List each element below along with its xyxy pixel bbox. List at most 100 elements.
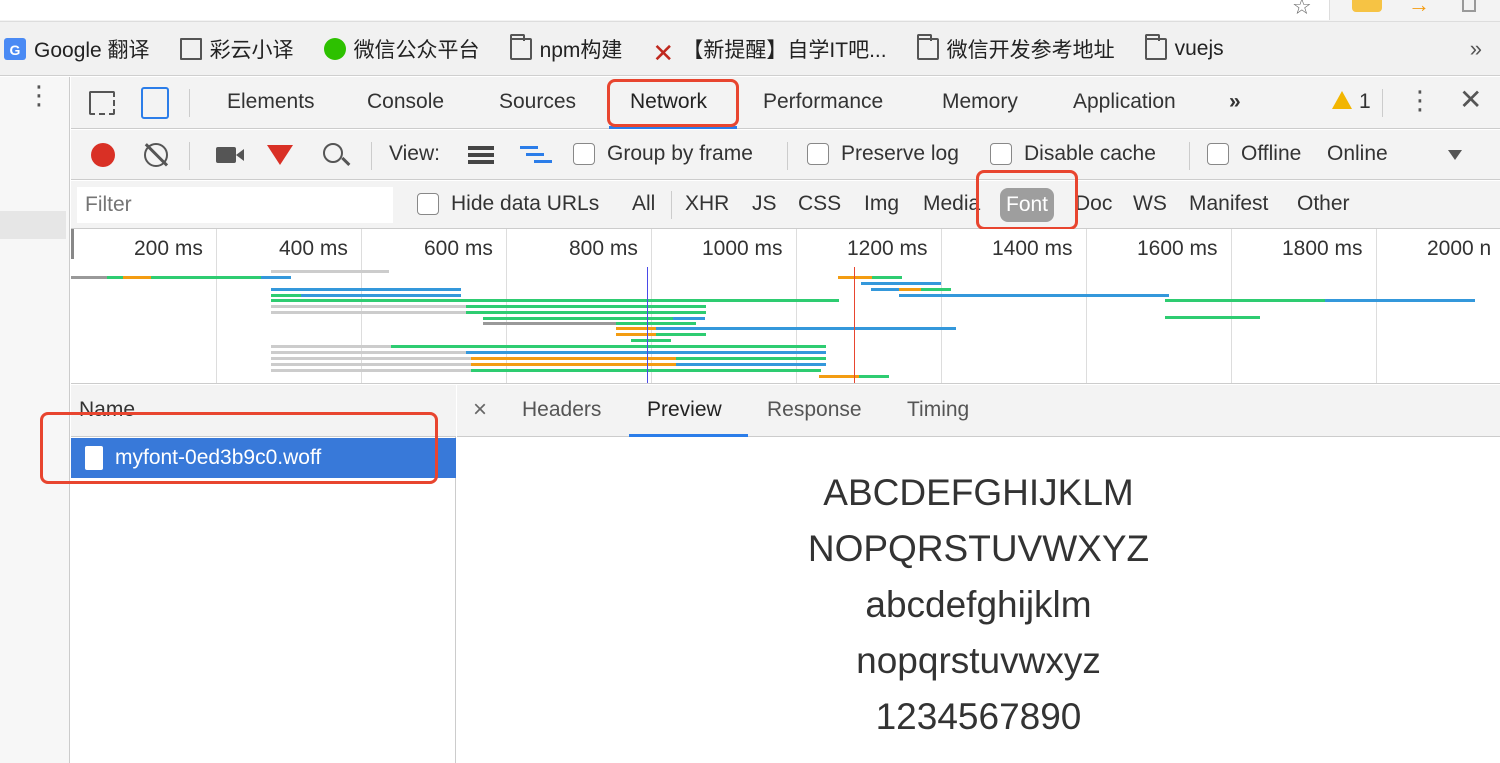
- waterfall-bar: [391, 345, 826, 348]
- tab-preview[interactable]: Preview: [647, 385, 722, 437]
- bookmark-google-translate[interactable]: G Google 翻译: [4, 22, 150, 76]
- divider: [787, 142, 788, 170]
- tab-performance[interactable]: Performance: [763, 77, 883, 129]
- network-overview-timeline[interactable]: 200 ms 400 ms 600 ms 800 ms 1000 ms 1200…: [71, 229, 1500, 384]
- address-bar[interactable]: [0, 0, 1330, 20]
- font-preview: ABCDEFGHIJKLM NOPQRSTUVWXYZ abcdefghijkl…: [457, 465, 1500, 745]
- chevron-down-icon[interactable]: [1448, 150, 1462, 160]
- tick-label: 2000 n: [1427, 237, 1492, 260]
- tab-timing[interactable]: Timing: [907, 385, 969, 437]
- waterfall-bar: [471, 357, 676, 360]
- kebab-menu-icon[interactable]: ⋮: [26, 82, 52, 108]
- tick-label: 600 ms: [424, 237, 493, 260]
- view-label: View:: [389, 142, 440, 165]
- grid-line: [1086, 229, 1087, 383]
- warning-icon[interactable]: [1332, 91, 1352, 109]
- tab-headers[interactable]: Headers: [522, 385, 601, 437]
- extension-icon-2[interactable]: →: [1408, 0, 1430, 18]
- bookmarks-overflow-button[interactable]: »: [1470, 22, 1482, 76]
- filter-type-manifest[interactable]: Manifest: [1189, 181, 1268, 229]
- tab-elements[interactable]: Elements: [227, 77, 315, 129]
- preview-line: NOPQRSTUVWXYZ: [807, 528, 1150, 569]
- grid-line: [796, 229, 797, 383]
- close-devtools-icon[interactable]: ✕: [1459, 83, 1482, 116]
- bookmark-label: npm构建: [539, 38, 623, 62]
- tick-label: 400 ms: [279, 237, 348, 260]
- bookmark-vuejs[interactable]: vuejs: [1144, 22, 1224, 76]
- waterfall-bar: [271, 294, 301, 297]
- detail-tabs: × Headers Preview Response Timing: [457, 385, 1500, 437]
- extension-icon-3[interactable]: [1462, 0, 1476, 12]
- waterfall-bar: [656, 327, 956, 330]
- waterfall-bar: [271, 305, 466, 308]
- waterfall-bar: [631, 339, 671, 342]
- waterfall-bar: [151, 276, 261, 279]
- star-icon[interactable]: ☆: [1292, 0, 1312, 20]
- tab-application[interactable]: Application: [1073, 77, 1176, 129]
- settings-menu-icon[interactable]: ⋮: [1407, 85, 1433, 116]
- divider: [671, 191, 672, 219]
- filter-type-all[interactable]: All: [632, 181, 655, 229]
- tab-sources[interactable]: Sources: [499, 77, 576, 129]
- filter-type-css[interactable]: CSS: [798, 181, 841, 229]
- waterfall-bar: [123, 276, 151, 279]
- dom-content-loaded-line: [647, 267, 648, 383]
- device-toolbar-icon[interactable]: [141, 87, 169, 119]
- tab-memory[interactable]: Memory: [942, 77, 1018, 129]
- filter-type-img[interactable]: Img: [864, 181, 899, 229]
- hide-data-urls-checkbox[interactable]: [417, 193, 439, 215]
- folder-icon: [509, 33, 532, 60]
- bookmark-zixueit[interactable]: ✕ 【新提醒】自学IT吧...: [652, 22, 886, 76]
- extension-icon[interactable]: [1352, 0, 1382, 12]
- waterfall-bar: [107, 276, 123, 279]
- divider: [1189, 142, 1190, 170]
- tab-response[interactable]: Response: [767, 385, 862, 437]
- bookmark-wechat-platform[interactable]: 微信公众平台: [323, 22, 480, 76]
- offline-checkbox[interactable]: [1207, 143, 1229, 165]
- network-toolbar: View: Group by frame Preserve log Disabl…: [71, 130, 1500, 180]
- preserve-log-checkbox[interactable]: [807, 143, 829, 165]
- screenshot-camera-icon[interactable]: [216, 147, 236, 163]
- bookmark-wechat-dev[interactable]: 微信开发参考地址: [916, 22, 1115, 76]
- filter-type-other[interactable]: Other: [1297, 181, 1350, 229]
- waterfall-bar: [389, 299, 839, 302]
- preview-line: nopqrstuvwxyz: [856, 640, 1101, 681]
- waterfall-overview-icon-2: [526, 153, 544, 156]
- filter-type-doc[interactable]: Doc: [1075, 181, 1112, 229]
- preserve-log-label: Preserve log: [841, 142, 959, 165]
- filter-type-xhr[interactable]: XHR: [685, 181, 729, 229]
- close-icon[interactable]: ×: [473, 385, 487, 437]
- waterfall-bar: [861, 282, 941, 285]
- divider: [1382, 89, 1383, 117]
- throttling-select[interactable]: Online: [1327, 142, 1388, 166]
- bookmark-npm[interactable]: npm构建: [509, 22, 623, 76]
- filter-input[interactable]: [77, 187, 393, 223]
- record-icon[interactable]: [91, 143, 115, 167]
- waterfall-overview-icon-3: [534, 160, 552, 163]
- preview-line: ABCDEFGHIJKLM: [823, 472, 1134, 513]
- group-by-frame-checkbox[interactable]: [573, 143, 595, 165]
- tick-label: 800 ms: [569, 237, 638, 260]
- filter-type-js[interactable]: JS: [752, 181, 777, 229]
- filter-funnel-icon[interactable]: [267, 145, 293, 165]
- tick-label: 200 ms: [134, 237, 203, 260]
- waterfall-overview-icon[interactable]: [520, 146, 538, 149]
- waterfall-bar: [483, 317, 673, 320]
- tab-console[interactable]: Console: [367, 77, 444, 129]
- grid-line: [216, 229, 217, 383]
- search-icon[interactable]: [323, 143, 343, 163]
- waterfall-bar: [899, 294, 1169, 297]
- disable-cache-label: Disable cache: [1024, 142, 1156, 165]
- more-tabs-button[interactable]: »: [1229, 77, 1241, 129]
- filter-type-ws[interactable]: WS: [1133, 181, 1167, 229]
- waterfall-bar: [271, 363, 471, 366]
- tick-label: 1000 ms: [702, 237, 783, 260]
- font-filter-highlight: [976, 170, 1078, 230]
- waterfall-bar: [616, 322, 696, 325]
- bookmark-caiyun[interactable]: 彩云小译: [179, 22, 294, 76]
- filter-bar: Hide data URLs All XHR JS CSS Img Media …: [71, 170, 1500, 230]
- warning-count[interactable]: 1: [1359, 77, 1371, 129]
- inspect-element-icon[interactable]: [89, 91, 115, 115]
- disable-cache-checkbox[interactable]: [990, 143, 1012, 165]
- filter-type-media[interactable]: Media: [923, 181, 980, 229]
